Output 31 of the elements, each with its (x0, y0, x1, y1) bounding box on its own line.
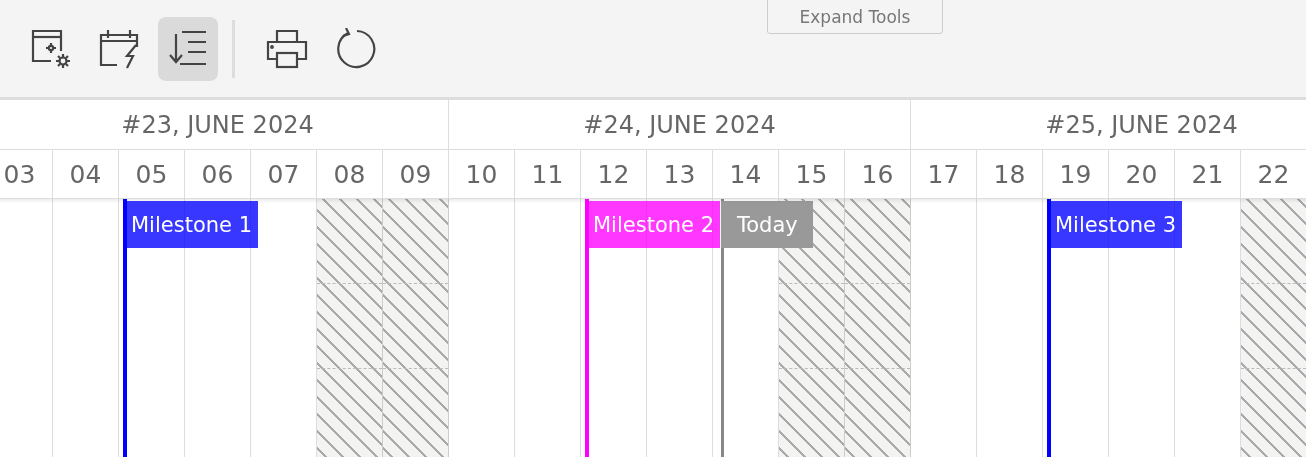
day-header: 17 (911, 150, 977, 198)
today-label: Today (721, 201, 813, 248)
day-header: 13 (647, 150, 713, 198)
day-header: 08 (317, 150, 383, 198)
day-header: 04 (53, 150, 119, 198)
sort-icon (168, 29, 208, 68)
day-header: 09 (383, 150, 449, 198)
day-header: 14 (713, 150, 779, 198)
week-header: #24, JUNE 2024 (449, 100, 911, 149)
day-header: 18 (977, 150, 1043, 198)
day-header: 07 (251, 150, 317, 198)
day-header: 11 (515, 150, 581, 198)
day-header: 10 (449, 150, 515, 198)
day-header: 16 (845, 150, 911, 198)
day-header: 06 (185, 150, 251, 198)
week-header: #23, JUNE 2024 (0, 100, 449, 149)
refresh-icon (334, 27, 376, 70)
expand-tools-button[interactable]: Expand Tools (767, 0, 943, 34)
day-header: 12 (581, 150, 647, 198)
calendar-bolt-icon (99, 27, 141, 70)
day-header: 21 (1175, 150, 1241, 198)
day-header: 22 (1241, 150, 1306, 198)
day-header: 20 (1109, 150, 1175, 198)
week-header: #25, JUNE 2024 (911, 100, 1306, 149)
day-header: 05 (119, 150, 185, 198)
day-header: 03 (0, 150, 53, 198)
printer-icon (266, 28, 308, 69)
sort-button[interactable] (158, 16, 218, 81)
day-header: 15 (779, 150, 845, 198)
day-header: 19 (1043, 150, 1109, 198)
settings-icon (31, 28, 73, 69)
